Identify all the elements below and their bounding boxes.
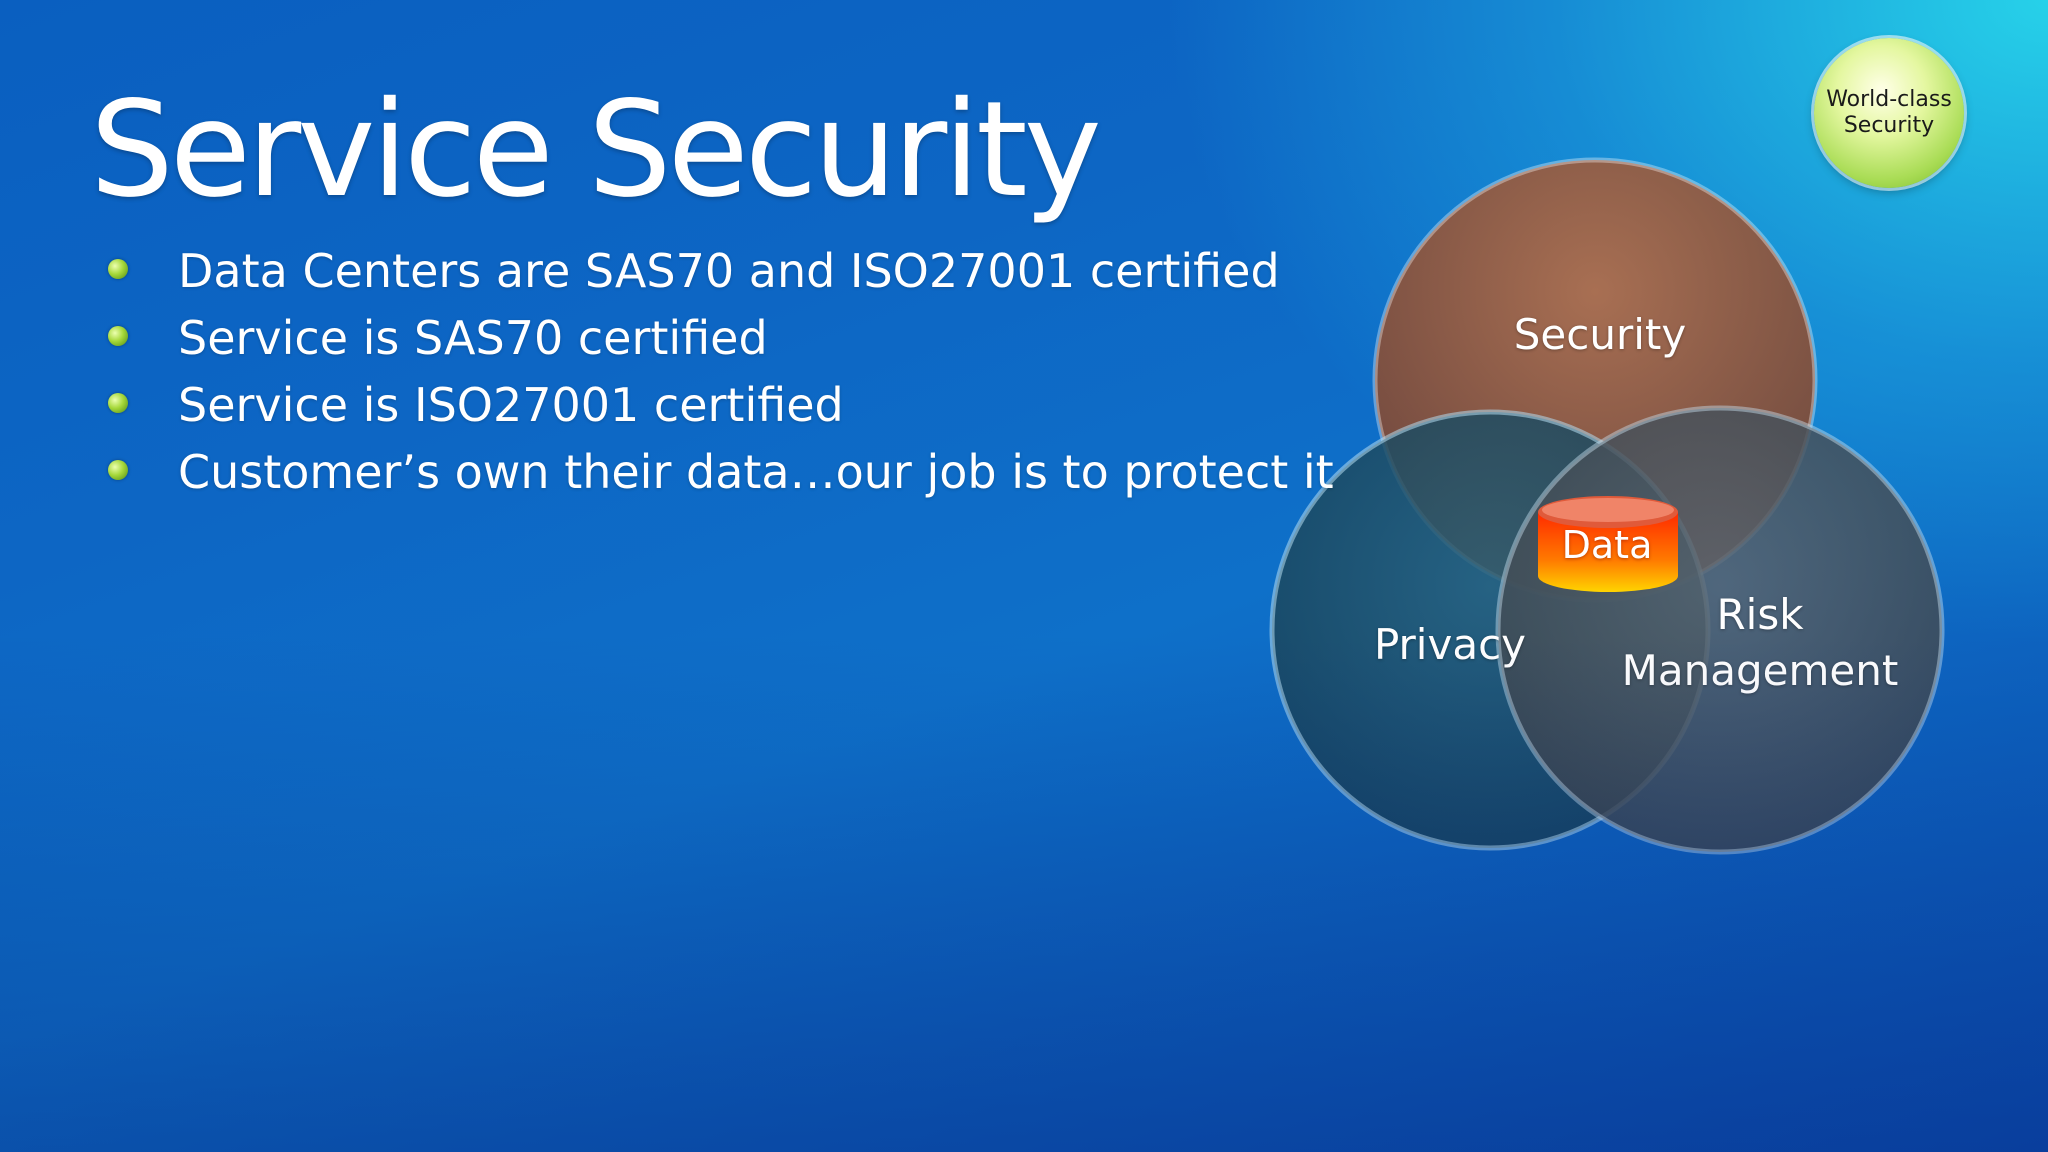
- bullet-text: Data Centers are SAS70 and ISO27001 cert…: [178, 244, 1280, 298]
- venn-diagram: Security Privacy Risk Management Data: [1250, 140, 1970, 880]
- bullet-dot-icon: [108, 326, 128, 346]
- bullet-dot-icon: [108, 259, 128, 279]
- venn-label-privacy: Privacy: [1373, 620, 1527, 669]
- bullet-text: Service is SAS70 certified: [178, 311, 768, 365]
- slide: Service Security Data Centers are SAS70 …: [0, 0, 2048, 1152]
- bullet-item: Data Centers are SAS70 and ISO27001 cert…: [100, 238, 1330, 305]
- venn-center-label: Data: [1561, 523, 1653, 567]
- bullet-text: Customer’s own their data…our job is to …: [178, 445, 1334, 499]
- venn-graphic: [1269, 157, 1945, 855]
- bullet-dot-icon: [108, 393, 128, 413]
- bullet-item: Service is ISO27001 certified: [100, 372, 1330, 439]
- venn-label-risk-management: Risk Management: [1621, 590, 1899, 695]
- bullet-dot-icon: [108, 460, 128, 480]
- badge-line-2: Security: [1843, 113, 1935, 138]
- bullet-item: Service is SAS70 certified: [100, 305, 1330, 372]
- bullet-text: Service is ISO27001 certified: [178, 378, 844, 432]
- badge-line-1: World-class: [1826, 87, 1952, 112]
- slide-title: Service Security: [90, 73, 1102, 227]
- bullet-list: Data Centers are SAS70 and ISO27001 cert…: [100, 238, 1334, 506]
- venn-label-security: Security: [1513, 310, 1687, 359]
- bullet-item: Customer’s own their data…our job is to …: [100, 439, 1334, 506]
